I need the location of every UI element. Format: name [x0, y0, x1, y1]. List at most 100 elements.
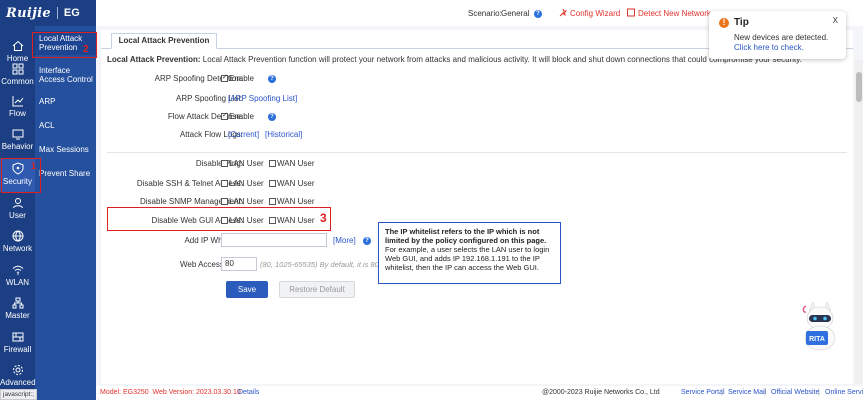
- save-button[interactable]: Save: [226, 281, 268, 298]
- restore-default-button[interactable]: Restore Default: [279, 281, 355, 298]
- tab-local-attack-prevention[interactable]: Local Attack Prevention: [111, 33, 217, 49]
- footer-separator: |: [721, 389, 723, 396]
- official-website-link[interactable]: Official Website: [771, 386, 819, 400]
- disable-webgui-wan[interactable]: WAN User: [269, 216, 314, 225]
- rita-mascot-icon: RITA: [802, 301, 836, 351]
- checkbox[interactable]: [221, 180, 228, 187]
- config-wizard-link[interactable]: Config Wizard: [570, 9, 620, 18]
- checkbox[interactable]: [269, 160, 276, 167]
- detect-icon: [627, 8, 635, 19]
- ip-whitelist-input[interactable]: [221, 233, 327, 247]
- nav-item-wlan[interactable]: WLAN: [0, 264, 35, 294]
- nav-item-common[interactable]: Common: [0, 61, 35, 91]
- flow-defense-checkbox[interactable]: [221, 111, 228, 120]
- help-icon[interactable]: ?: [534, 9, 542, 18]
- arp-detection-checkbox[interactable]: [221, 73, 228, 82]
- disable-ping-wan[interactable]: WAN User: [269, 159, 314, 168]
- service-mail-link[interactable]: Service Mail: [728, 386, 766, 400]
- nav-item-network[interactable]: Network: [0, 230, 35, 260]
- nav-item-user[interactable]: User: [0, 197, 35, 227]
- subnav-item-max-sessions[interactable]: Max Sessions: [35, 145, 96, 157]
- web-port-input[interactable]: 80: [221, 257, 257, 271]
- checkbox[interactable]: [269, 180, 276, 187]
- globe-icon: [12, 230, 23, 242]
- disable-snmp-lan[interactable]: LAN User: [221, 197, 264, 206]
- nav-item-master[interactable]: Master: [0, 297, 35, 327]
- nav-item-behavior[interactable]: Behavior: [0, 128, 35, 158]
- nav-label: Master: [5, 311, 30, 320]
- service-portal-link[interactable]: Service Portal: [681, 386, 725, 400]
- ip-whitelist-help-icon[interactable]: ?: [363, 236, 371, 245]
- behavior-icon: [12, 129, 23, 140]
- model-label: Model:: [100, 389, 122, 396]
- checkbox-label: WAN User: [277, 159, 315, 168]
- firewall-icon: [12, 332, 23, 342]
- checkbox[interactable]: [269, 217, 276, 224]
- checkbox[interactable]: [269, 198, 276, 205]
- detect-new-network-link[interactable]: Detect New Network: [638, 9, 711, 18]
- checkbox[interactable]: [221, 198, 228, 205]
- subnav-item-interface-access-control[interactable]: Interface Access Control: [35, 66, 96, 86]
- version-label: Web Version:: [152, 389, 195, 396]
- nav-label: Common: [1, 77, 34, 86]
- nav-item-firewall[interactable]: Firewall: [0, 331, 35, 361]
- subnav-item-prevent-share[interactable]: Prevent Share: [35, 169, 96, 181]
- flow-logs-current-link[interactable]: [Current]: [228, 130, 259, 139]
- details-link[interactable]: Details: [238, 386, 259, 400]
- close-icon[interactable]: X: [833, 16, 838, 25]
- sub-nav: Local Attack Prevention Interface Access…: [35, 26, 96, 400]
- tooltip-body: For example, a user selects the LAN user…: [385, 245, 550, 272]
- footer-separator: |: [818, 389, 820, 396]
- flow-logs-historical-link[interactable]: [Historical]: [265, 130, 302, 139]
- flow-defense-help-icon[interactable]: ?: [268, 112, 276, 121]
- tooltip-title: The IP whitelist refers to the IP which …: [385, 227, 547, 245]
- nav-item-flow[interactable]: Flow: [0, 95, 35, 125]
- nav-label: WLAN: [5, 278, 30, 287]
- arp-detection-enable[interactable]: Enable: [221, 73, 254, 83]
- subnav-item-arp[interactable]: ARP: [35, 97, 96, 109]
- disable-ping-lan[interactable]: LAN User: [221, 159, 264, 168]
- arp-list-link[interactable]: [ARP Spoofing List]: [228, 94, 297, 103]
- annotation-number-2: 2: [83, 44, 89, 55]
- tip-popup: ! Tip X New devices are detected. Click …: [709, 11, 846, 59]
- model-value: EG3250: [122, 389, 149, 396]
- shield-icon: [12, 162, 23, 175]
- arp-list-label: ARP Spoofing List:: [175, 94, 243, 103]
- online-service-link[interactable]: Online Service: [825, 386, 863, 400]
- flow-defense-enable[interactable]: Enable: [221, 111, 254, 121]
- ip-whitelist-more-link[interactable]: [More]: [333, 236, 356, 245]
- disable-snmp-wan[interactable]: WAN User: [269, 197, 314, 206]
- footer-separator: |: [764, 389, 766, 396]
- disable-webgui-lan[interactable]: LAN User: [221, 216, 264, 225]
- disable-ssh-wan[interactable]: WAN User: [269, 179, 314, 188]
- scenario-label: Scenario:: [468, 9, 502, 18]
- nav-label: Network: [2, 244, 33, 253]
- brand-logo: Ruijie: [6, 5, 51, 21]
- nav-label: Firewall: [3, 345, 32, 354]
- scrollbar[interactable]: [855, 60, 863, 384]
- nav-label: Flow: [9, 109, 26, 118]
- checkbox[interactable]: [221, 217, 228, 224]
- intro-title: Local Attack Prevention:: [107, 55, 201, 64]
- nav-item-home[interactable]: Home: [0, 28, 35, 63]
- disable-ssh-lan[interactable]: LAN User: [221, 179, 264, 188]
- arp-detection-help-icon[interactable]: ?: [268, 74, 276, 83]
- nav-label: User: [9, 211, 26, 220]
- tip-check-link[interactable]: Click here to check.: [734, 43, 804, 52]
- nav-item-security[interactable]: Security: [0, 158, 35, 192]
- scrollbar-thumb[interactable]: [856, 72, 862, 102]
- scenario-value[interactable]: General: [501, 9, 529, 18]
- annotation-number-1: 1: [31, 161, 37, 171]
- subnav-item-acl[interactable]: ACL: [35, 121, 96, 133]
- checkbox-label: LAN User: [229, 197, 264, 206]
- checkbox-label: Enable: [229, 112, 254, 121]
- logo: Ruijie EG: [0, 0, 96, 26]
- nav-item-advanced[interactable]: Advanced: [0, 364, 36, 390]
- grid-icon: [12, 63, 23, 75]
- checkbox[interactable]: [221, 160, 228, 167]
- checkbox-label: WAN User: [277, 197, 315, 206]
- content-panel: Local Attack Prevention Local Attack Pre…: [101, 30, 853, 384]
- flow-logs-label: Attack Flow Logs:: [179, 130, 243, 139]
- checkbox-label: WAN User: [277, 216, 315, 225]
- rita-assistant[interactable]: RITA: [800, 300, 840, 354]
